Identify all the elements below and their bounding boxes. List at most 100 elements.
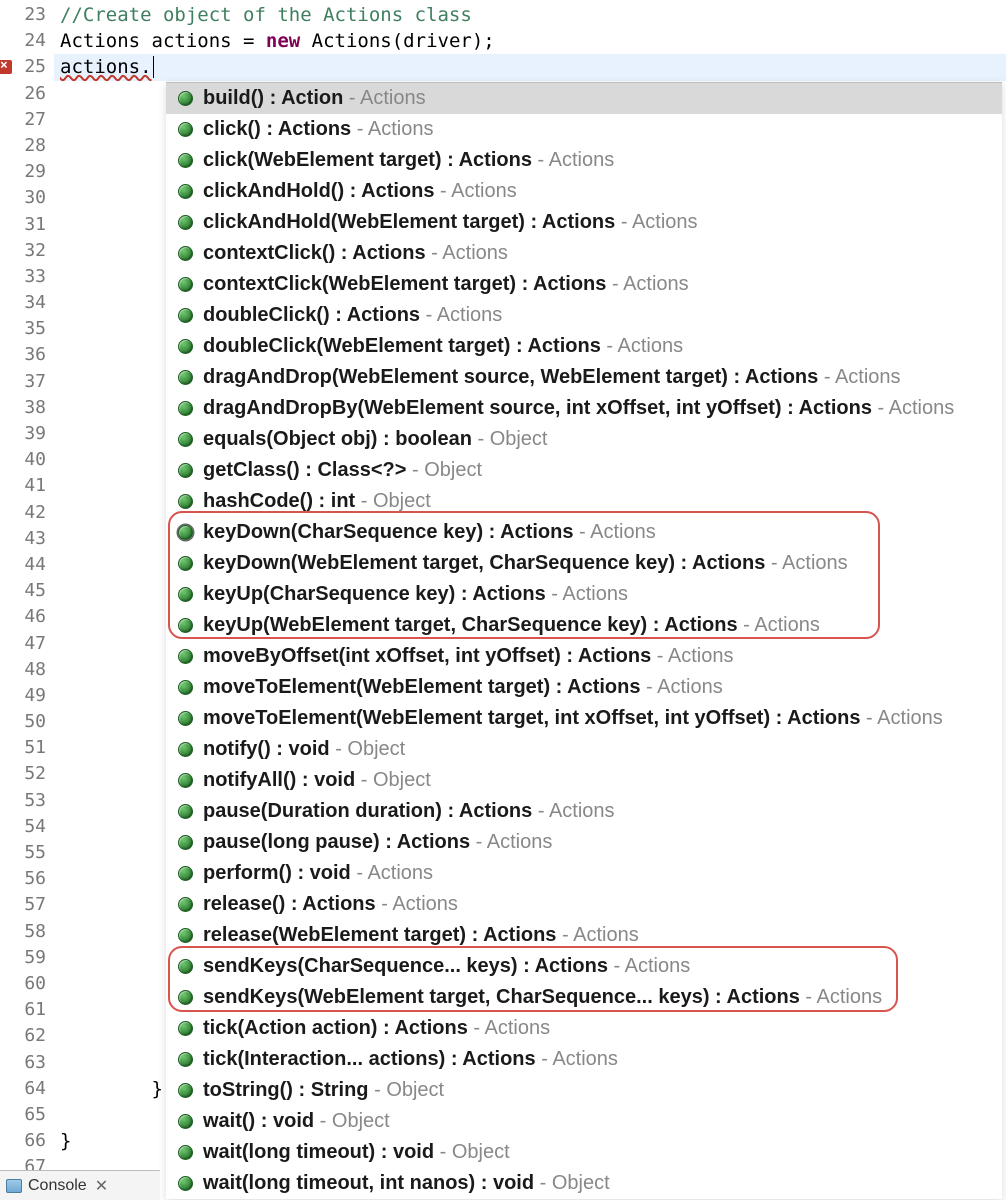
completion-signature: release() : Actions (203, 893, 376, 915)
completion-item[interactable]: doubleClick() : Actions - Actions (166, 300, 1002, 331)
completion-item[interactable]: wait(long timeout, int nanos) : void - O… (166, 1168, 1002, 1199)
line-number: 48 (0, 657, 54, 683)
method-icon (178, 928, 193, 943)
console-tab-label[interactable]: Console (28, 1177, 87, 1195)
completion-source: Actions (552, 1048, 618, 1070)
completion-source: Actions (889, 397, 955, 419)
completion-signature: getClass() : Class<?> (203, 459, 406, 481)
completion-signature: click() : Actions (203, 118, 351, 140)
line-number: 61 (0, 997, 54, 1023)
completion-signature: doubleClick() : Actions (203, 304, 420, 326)
method-icon (178, 184, 193, 199)
line-number: 39 (0, 421, 54, 447)
code-completion-popup[interactable]: build() : Action - Actionsclick() : Acti… (166, 82, 1002, 1199)
completion-source: Object (552, 1172, 610, 1194)
completion-item[interactable]: pause(long pause) : Actions - Actions (166, 827, 1002, 858)
completion-signature: keyDown(CharSequence key) : Actions (203, 521, 573, 543)
completion-item[interactable]: click(WebElement target) : Actions - Act… (166, 145, 1002, 176)
completion-item[interactable]: pause(Duration duration) : Actions - Act… (166, 796, 1002, 827)
line-number: 24 (0, 28, 54, 54)
line-number: 29 (0, 159, 54, 185)
completion-item[interactable]: keyUp(CharSequence key) : Actions - Acti… (166, 579, 1002, 610)
completion-signature: equals(Object obj) : boolean (203, 428, 472, 450)
line-number: 47 (0, 631, 54, 657)
completion-item[interactable]: release() : Actions - Actions (166, 889, 1002, 920)
completion-source: Actions (451, 180, 517, 202)
completion-item[interactable]: release(WebElement target) : Actions - A… (166, 920, 1002, 951)
completion-item[interactable]: doubleClick(WebElement target) : Actions… (166, 331, 1002, 362)
completion-item[interactable]: build() : Action - Actions (166, 83, 1002, 114)
completion-source: Object (373, 769, 431, 791)
console-icon (6, 1179, 22, 1193)
line-number: 38 (0, 395, 54, 421)
completion-item[interactable]: wait() : void - Object (166, 1106, 1002, 1137)
code-line: //Create object of the Actions class (54, 2, 1006, 28)
completion-source: Actions (367, 862, 433, 884)
completion-source: Actions (590, 521, 656, 543)
completion-source: Object (424, 459, 482, 481)
method-icon (178, 463, 193, 478)
line-number: 28 (0, 133, 54, 159)
completion-source: Actions (549, 800, 615, 822)
completion-item[interactable]: contextClick(WebElement target) : Action… (166, 269, 1002, 300)
completion-signature: wait(long timeout) : void (203, 1141, 434, 1163)
line-number: 49 (0, 683, 54, 709)
completion-signature: click(WebElement target) : Actions (203, 149, 532, 171)
method-icon (178, 618, 193, 633)
completion-item[interactable]: getClass() : Class<?> - Object (166, 455, 1002, 486)
completion-source: Actions (442, 242, 508, 264)
completion-item[interactable]: notify() : void - Object (166, 734, 1002, 765)
completion-item[interactable]: keyDown(CharSequence key) : Actions - Ac… (166, 517, 1002, 548)
completion-item[interactable]: tick(Interaction... actions) : Actions -… (166, 1044, 1002, 1075)
line-number: 46 (0, 604, 54, 630)
completion-item[interactable]: clickAndHold() : Actions - Actions (166, 176, 1002, 207)
method-icon (178, 1021, 193, 1036)
method-icon (178, 1083, 193, 1098)
completion-item[interactable]: moveByOffset(int xOffset, int yOffset) :… (166, 641, 1002, 672)
line-number: 60 (0, 971, 54, 997)
completion-item[interactable]: contextClick() : Actions - Actions (166, 238, 1002, 269)
completion-item[interactable]: click() : Actions - Actions (166, 114, 1002, 145)
completion-item[interactable]: toString() : String - Object (166, 1075, 1002, 1106)
method-icon (178, 835, 193, 850)
method-icon (178, 1052, 193, 1067)
line-number: 41 (0, 473, 54, 499)
completion-signature: release(WebElement target) : Actions (203, 924, 556, 946)
line-number: 56 (0, 866, 54, 892)
completion-item[interactable]: clickAndHold(WebElement target) : Action… (166, 207, 1002, 238)
completion-source: Actions (437, 304, 503, 326)
completion-item[interactable]: equals(Object obj) : boolean - Object (166, 424, 1002, 455)
completion-source: Actions (782, 552, 848, 574)
completion-item[interactable]: sendKeys(CharSequence... keys) : Actions… (166, 951, 1002, 982)
completion-item[interactable]: dragAndDrop(WebElement source, WebElemen… (166, 362, 1002, 393)
completion-item[interactable]: moveToElement(WebElement target, int xOf… (166, 703, 1002, 734)
completion-item[interactable]: notifyAll() : void - Object (166, 765, 1002, 796)
line-number: 65 (0, 1102, 54, 1128)
method-icon (178, 680, 193, 695)
completion-signature: pause(long pause) : Actions (203, 831, 470, 853)
line-number: 30 (0, 185, 54, 211)
completion-item[interactable]: sendKeys(WebElement target, CharSequence… (166, 982, 1002, 1013)
close-icon[interactable]: ✕ (95, 1176, 108, 1196)
line-number: 37 (0, 369, 54, 395)
completion-item[interactable]: hashCode() : int - Object (166, 486, 1002, 517)
completion-item[interactable]: dragAndDropBy(WebElement source, int xOf… (166, 393, 1002, 424)
completion-item[interactable]: keyUp(WebElement target, CharSequence ke… (166, 610, 1002, 641)
code-line: Actions actions = new Actions(driver); (54, 28, 1006, 54)
completion-item[interactable]: wait(long timeout) : void - Object (166, 1137, 1002, 1168)
completion-item[interactable]: moveToElement(WebElement target) : Actio… (166, 672, 1002, 703)
completion-source: Actions (368, 118, 434, 140)
completion-signature: wait() : void (203, 1110, 314, 1132)
completion-item[interactable]: keyDown(WebElement target, CharSequence … (166, 548, 1002, 579)
completion-signature: keyDown(WebElement target, CharSequence … (203, 552, 765, 574)
bottom-view-tabs[interactable]: Console ✕ (0, 1170, 160, 1200)
line-number: 44 (0, 552, 54, 578)
completion-source: Object (347, 738, 405, 760)
completion-source: Actions (754, 614, 820, 636)
method-icon (178, 804, 193, 819)
completion-item[interactable]: tick(Action action) : Actions - Actions (166, 1013, 1002, 1044)
method-icon (178, 1176, 193, 1191)
line-number: 66 (0, 1128, 54, 1154)
error-text: actions. (60, 56, 152, 78)
completion-item[interactable]: perform() : void - Actions (166, 858, 1002, 889)
